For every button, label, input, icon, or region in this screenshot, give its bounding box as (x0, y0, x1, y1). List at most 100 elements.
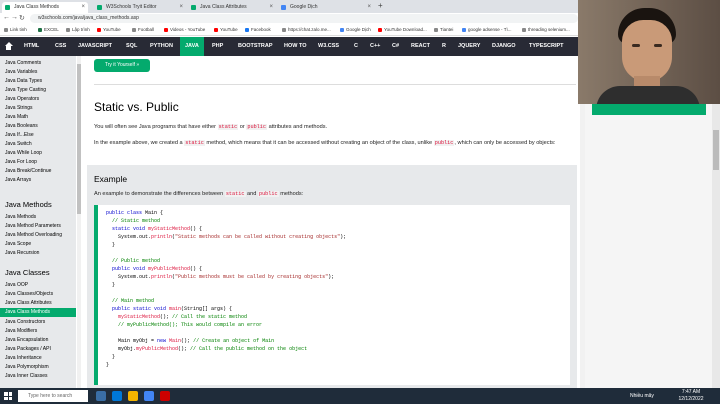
topnav-c[interactable]: C (354, 37, 358, 56)
topnav-cpp[interactable]: C++ (370, 37, 380, 56)
taskbar-search-input[interactable]: Type here to search (18, 390, 88, 402)
sidebar-item-java-class-methods[interactable]: Java Class Methods (0, 308, 76, 317)
sidebar-item-java-data-types[interactable]: Java Data Types (0, 77, 76, 86)
taskbar-clock[interactable]: 7:47 AM 12/12/2022 (672, 389, 710, 403)
close-icon[interactable]: × (179, 2, 183, 13)
bookmark-item[interactable]: google adsense - Tì... (462, 26, 511, 34)
bookmark-item[interactable]: YouTube (214, 26, 238, 34)
home-icon[interactable] (4, 42, 13, 51)
code-line: System.out.println("Static methods can b… (106, 234, 347, 240)
topnav-javascript[interactable]: JAVASCRIPT (78, 37, 112, 56)
sidebar-item-java-scope[interactable]: Java Scope (0, 240, 76, 249)
bookmark-item[interactable]: Tiantei (434, 26, 453, 34)
close-icon[interactable]: × (269, 2, 273, 13)
topnav-python[interactable]: PYTHON (150, 37, 173, 56)
sidebar-item-java-method-parameters[interactable]: Java Method Parameters (0, 222, 76, 231)
new-tab-button[interactable]: + (378, 1, 383, 10)
sidebar-item-java-arrays[interactable]: Java Arrays (0, 176, 76, 185)
window-scrollbar-thumb[interactable] (713, 130, 719, 170)
topnav-html[interactable]: HTML (24, 37, 39, 56)
forward-arrow-icon[interactable]: → (11, 14, 18, 21)
sidebar-scrollbar-thumb[interactable] (77, 64, 81, 214)
sidebar-item-java-variables[interactable]: Java Variables (0, 68, 76, 77)
topnav-howto[interactable]: HOW TO (284, 37, 307, 56)
browser-tab-tryit-editor[interactable]: W3Schools Tryit Editor × (94, 2, 186, 13)
sidebar-item-java-strings[interactable]: Java Strings (0, 104, 76, 113)
sidebar-item-java-if-else[interactable]: Java If...Else (0, 131, 76, 140)
sidebar: Java Comments Java Variables Java Data T… (0, 56, 76, 388)
w3-topnav: HTML CSS JAVASCRIPT SQL PYTHON JAVA PHP … (0, 37, 580, 56)
sidebar-item-java-booleans[interactable]: Java Booleans (0, 122, 76, 131)
topnav-react[interactable]: REACT (411, 37, 430, 56)
code-line: myObj.myPublicMethod(); // Call the publ… (106, 346, 308, 352)
sidebar-item-java-constructors[interactable]: Java Constructors (0, 318, 76, 327)
sidebar-item-java-classes-objects[interactable]: Java Classes/Objects (0, 290, 76, 299)
task-view-icon[interactable] (96, 391, 106, 401)
bookmark-item[interactable]: EXCEL (38, 26, 59, 34)
topnav-django[interactable]: DJANGO (492, 37, 516, 56)
sidebar-item-java-switch[interactable]: Java Switch (0, 140, 76, 149)
sidebar-item-java-encapsulation[interactable]: Java Encapsulation (0, 336, 76, 345)
bookmark-item[interactable]: threading selenium... (522, 26, 570, 34)
bookmark-item[interactable]: Lập trình (66, 26, 90, 34)
sidebar-item-java-class-attributes[interactable]: Java Class Attributes (0, 299, 76, 308)
w3schools-favicon-icon (191, 5, 196, 10)
sidebar-item-java-method-overloading[interactable]: Java Method Overloading (0, 231, 76, 240)
sidebar-item-java-break-continue[interactable]: Java Break/Continue (0, 167, 76, 176)
try-it-yourself-button[interactable]: Try it Yourself » (94, 59, 150, 72)
browser-tab-class-attributes[interactable]: Java Class Attributes × (188, 2, 276, 13)
code-line: } (106, 282, 116, 288)
code-block: public class Main { // Static method sta… (94, 205, 570, 385)
bookmark-item[interactable]: Videos - YouTube (164, 26, 205, 34)
sidebar-item-java-modifiers[interactable]: Java Modifiers (0, 327, 76, 336)
topnav-csharp[interactable]: C# (392, 37, 399, 56)
topnav-jquery[interactable]: JQUERY (458, 37, 480, 56)
bookmark-item[interactable]: YouTube (97, 26, 121, 34)
sidebar-item-java-inheritance[interactable]: Java Inheritance (0, 354, 76, 363)
close-icon[interactable]: × (367, 2, 371, 13)
sidebar-item-java-comments[interactable]: Java Comments (0, 59, 76, 68)
bookmark-item[interactable]: Google Dịch (340, 26, 371, 34)
topnav-sql[interactable]: SQL (126, 37, 137, 56)
bookmark-item[interactable]: YouTube Download... (378, 26, 427, 34)
sidebar-item-java-recursion[interactable]: Java Recursion (0, 249, 76, 258)
browser-tab-java-class-methods[interactable]: Java Class Methods × (2, 2, 88, 13)
sidebar-item-java-oop[interactable]: Java OOP (0, 281, 76, 290)
topnav-css[interactable]: CSS (55, 37, 66, 56)
sidebar-item-java-inner-classes[interactable]: Java Inner Classes (0, 372, 76, 381)
chrome-icon[interactable] (144, 391, 154, 401)
browser-tab-google-dich[interactable]: Google Dịch × (278, 2, 374, 13)
topnav-w3css[interactable]: W3.CSS (318, 37, 339, 56)
topnav-php[interactable]: PHP (212, 37, 223, 56)
bookmark-item[interactable]: Facebook (245, 26, 271, 34)
close-icon[interactable]: × (81, 2, 85, 13)
windows-start-icon[interactable] (4, 392, 12, 400)
topnav-java[interactable]: JAVA (180, 37, 204, 56)
sidebar-item-java-while-loop[interactable]: Java While Loop (0, 149, 76, 158)
weather-label: Nhiều mây (630, 393, 654, 399)
ad-banner[interactable] (592, 104, 706, 115)
topnav-bootstrap[interactable]: BOOTSTRAP (238, 37, 273, 56)
example-heading: Example (94, 174, 128, 184)
sidebar-item-java-math[interactable]: Java Math (0, 113, 76, 122)
bookmark-item[interactable]: Link tinh (4, 26, 27, 34)
sidebar-item-java-for-loop[interactable]: Java For Loop (0, 158, 76, 167)
topnav-r[interactable]: R (442, 37, 446, 56)
sidebar-item-java-polymorphism[interactable]: Java Polymorphism (0, 363, 76, 372)
sidebar-item-java-operators[interactable]: Java Operators (0, 95, 76, 104)
bookmark-item[interactable]: https://chat.zalo.me... (282, 26, 331, 34)
bookmark-item[interactable]: Football (132, 26, 154, 34)
back-arrow-icon[interactable]: ← (3, 14, 10, 21)
code-line: public static void main(String[] args) { (106, 306, 233, 312)
w3schools-favicon-icon (5, 5, 10, 10)
clock-time: 7:47 AM (681, 389, 701, 395)
url-input[interactable]: w3schools.com/java/java_class_methods.as… (30, 14, 578, 23)
file-explorer-icon[interactable] (128, 391, 138, 401)
edge-icon[interactable] (112, 391, 122, 401)
topnav-typescript[interactable]: TYPESCRIPT (529, 37, 564, 56)
sidebar-item-java-packages[interactable]: Java Packages / API (0, 345, 76, 354)
reload-icon[interactable]: ↻ (19, 14, 25, 22)
sidebar-item-java-methods[interactable]: Java Methods (0, 213, 76, 222)
sidebar-item-java-type-casting[interactable]: Java Type Casting (0, 86, 76, 95)
app-icon[interactable] (160, 391, 170, 401)
